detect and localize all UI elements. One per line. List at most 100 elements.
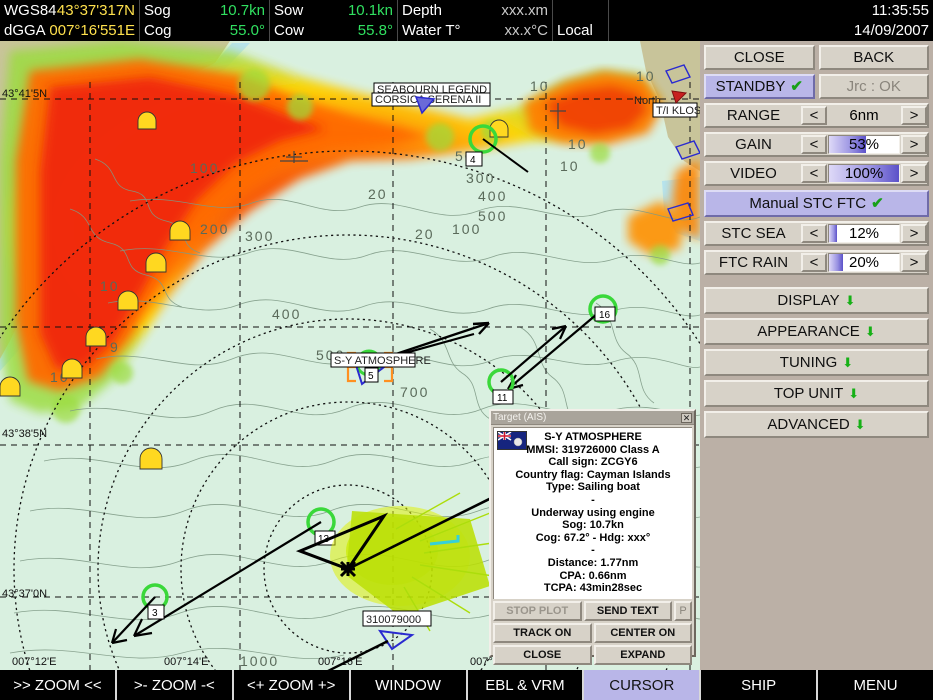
appearance-menu-button[interactable]: APPEARANCE ⬇: [704, 318, 929, 345]
svg-text:5: 5: [368, 371, 374, 382]
menu-button[interactable]: MENU: [818, 670, 933, 700]
appearance-menu-row: APPEARANCE ⬇: [704, 318, 929, 345]
cursor-button[interactable]: CURSOR: [584, 670, 702, 700]
ais-dialog-button-row-2: TRACK ON CENTER ON: [493, 623, 692, 643]
window-button[interactable]: WINDOW: [351, 670, 468, 700]
back-button[interactable]: BACK: [818, 45, 929, 70]
country-flag-icon: [497, 431, 527, 450]
stc-sea-stepper[interactable]: STC SEA < 12% >: [704, 221, 929, 246]
svg-text:10: 10: [568, 136, 588, 152]
stop-plot-button[interactable]: STOP PLOT: [493, 601, 582, 621]
ais-dialog-buttons: STOP PLOT SEND TEXT P TRACK ON CENTER ON…: [491, 601, 694, 669]
ebl-vrm-button[interactable]: EBL & VRM: [468, 670, 585, 700]
close-button[interactable]: CLOSE: [704, 45, 815, 70]
ais-target-dialog[interactable]: Target (AIS) ✕ S-Y ATMOSPHERE MMSI: 3197…: [489, 409, 696, 665]
bottom-toolbar: >> ZOOM << >- ZOOM -< <+ ZOOM +> WINDOW …: [0, 670, 933, 700]
sow-label: Sow: [274, 1, 304, 19]
tuning-menu-row: TUNING ⬇: [704, 349, 929, 376]
range-stepper[interactable]: RANGE < 6nm >: [704, 103, 929, 128]
svg-text:4: 4: [470, 155, 476, 166]
svg-text:20: 20: [368, 186, 388, 202]
svg-text:400: 400: [478, 188, 507, 204]
svg-text:11: 11: [497, 393, 508, 404]
ais-line-5: -: [591, 493, 595, 506]
longitude-value: 007°16'551E: [49, 21, 135, 39]
manual-stc-ftc-label: Manual STC FTC: [749, 195, 867, 212]
advanced-menu-button[interactable]: ADVANCED ⬇: [704, 411, 929, 438]
svg-text:100: 100: [190, 160, 219, 176]
label-sy-atmosphere: S-Y ATMOSPHERE: [334, 355, 431, 367]
gain-decrement-button[interactable]: <: [801, 135, 827, 154]
stc-sea-value: 12%: [848, 225, 880, 242]
lon-label-1: 007°14'E: [164, 656, 208, 668]
ais-line-4: Type: Sailing boat: [546, 481, 640, 494]
expand-button[interactable]: EXPAND: [593, 645, 692, 665]
manual-stc-ftc-button[interactable]: Manual STC FTC ✔: [704, 190, 929, 217]
ftc-rain-slider[interactable]: 20%: [828, 253, 900, 272]
depth-value: xxx.xm: [501, 1, 548, 19]
video-stepper[interactable]: VIDEO < 100% >: [704, 161, 929, 186]
ais-line-6: Underway using engine: [531, 506, 655, 519]
sog-cog-cell: Sog 10.7kn Cog 55.0°: [140, 0, 270, 41]
ais-line-9: -: [591, 544, 595, 557]
video-slider[interactable]: 100%: [828, 164, 900, 183]
local-cell: Local: [553, 0, 609, 41]
track-on-button[interactable]: TRACK ON: [493, 623, 592, 643]
ftc-rain-label: FTC RAIN: [718, 254, 789, 271]
stc-sea-slider-fill: [829, 225, 838, 242]
lon-label-0: 007°12'E: [12, 656, 56, 668]
ais-dialog-body: S-Y ATMOSPHERE MMSI: 319726000 Class A C…: [493, 427, 692, 599]
ftc-rain-stepper[interactable]: FTC RAIN < 20% >: [704, 250, 929, 275]
zoom-in-button[interactable]: <+ ZOOM +>: [234, 670, 351, 700]
navigation-data-bar: WGS84 43°37'317N dGGA 007°16'551E Sog 10…: [0, 0, 933, 41]
stc-sea-slider[interactable]: 12%: [828, 224, 900, 243]
local-label: Local: [557, 21, 593, 39]
checkmark-icon: ✔: [790, 78, 803, 95]
ais-dialog-button-row-1: STOP PLOT SEND TEXT P: [493, 601, 692, 621]
stc-sea-increment-button[interactable]: >: [901, 224, 927, 243]
close-icon[interactable]: ✕: [681, 412, 692, 423]
ftc-rain-increment-button[interactable]: >: [901, 253, 927, 272]
ftc-rain-decrement-button[interactable]: <: [801, 253, 827, 272]
display-menu-button[interactable]: DISPLAY ⬇: [704, 287, 929, 314]
ship-button[interactable]: SHIP: [701, 670, 819, 700]
zoom-out-far-button[interactable]: >> ZOOM <<: [0, 670, 117, 700]
svg-text:1000: 1000: [240, 653, 279, 669]
zoom-out-button[interactable]: >- ZOOM -<: [117, 670, 234, 700]
send-text-button[interactable]: SEND TEXT: [583, 601, 672, 621]
chevron-down-icon: ⬇: [844, 293, 856, 308]
p-button[interactable]: P: [674, 601, 692, 621]
ais-line-12: TCPA: 43min28sec: [543, 582, 643, 595]
advanced-menu-label: ADVANCED: [767, 416, 850, 433]
radar-application: WGS84 43°37'317N dGGA 007°16'551E Sog 10…: [0, 0, 933, 700]
ftc-rain-value: 20%: [848, 254, 880, 271]
gain-slider[interactable]: 53%: [828, 135, 900, 154]
ais-line-11: CPA: 0.66nm: [559, 569, 627, 582]
sow-cow-cell: Sow 10.1kn Cow 55.8°: [270, 0, 398, 41]
gain-increment-button[interactable]: >: [901, 135, 927, 154]
center-on-button[interactable]: CENTER ON: [593, 623, 692, 643]
lat-label-1: 43°38'5N: [2, 428, 47, 440]
tuning-menu-label: TUNING: [779, 354, 838, 371]
lat-label-0: 43°41'5N: [2, 88, 47, 100]
svg-text:300: 300: [245, 228, 274, 244]
video-decrement-button[interactable]: <: [801, 164, 827, 183]
stc-sea-decrement-button[interactable]: <: [801, 224, 827, 243]
top-unit-menu-button[interactable]: TOP UNIT ⬇: [704, 380, 929, 407]
range-label: RANGE: [726, 107, 781, 124]
gain-stepper[interactable]: GAIN < 53% >: [704, 132, 929, 157]
tuning-menu-button[interactable]: TUNING ⬇: [704, 349, 929, 376]
svg-text:300: 300: [466, 170, 495, 186]
svg-text:3: 3: [152, 608, 158, 619]
cog-value: 55.0°: [229, 21, 265, 39]
dialog-close-button[interactable]: CLOSE: [493, 645, 592, 665]
range-increment-button[interactable]: >: [901, 106, 927, 125]
svg-text:16: 16: [599, 310, 611, 321]
chevron-down-icon: ⬇: [864, 324, 876, 339]
ais-line-10: Distance: 1.77nm: [547, 556, 639, 569]
range-value: 6nm: [828, 106, 900, 125]
water-temp-value: xx.x°C: [504, 21, 549, 39]
standby-button[interactable]: STANDBY ✔: [704, 74, 815, 99]
range-decrement-button[interactable]: <: [801, 106, 827, 125]
video-increment-button[interactable]: >: [901, 164, 927, 183]
